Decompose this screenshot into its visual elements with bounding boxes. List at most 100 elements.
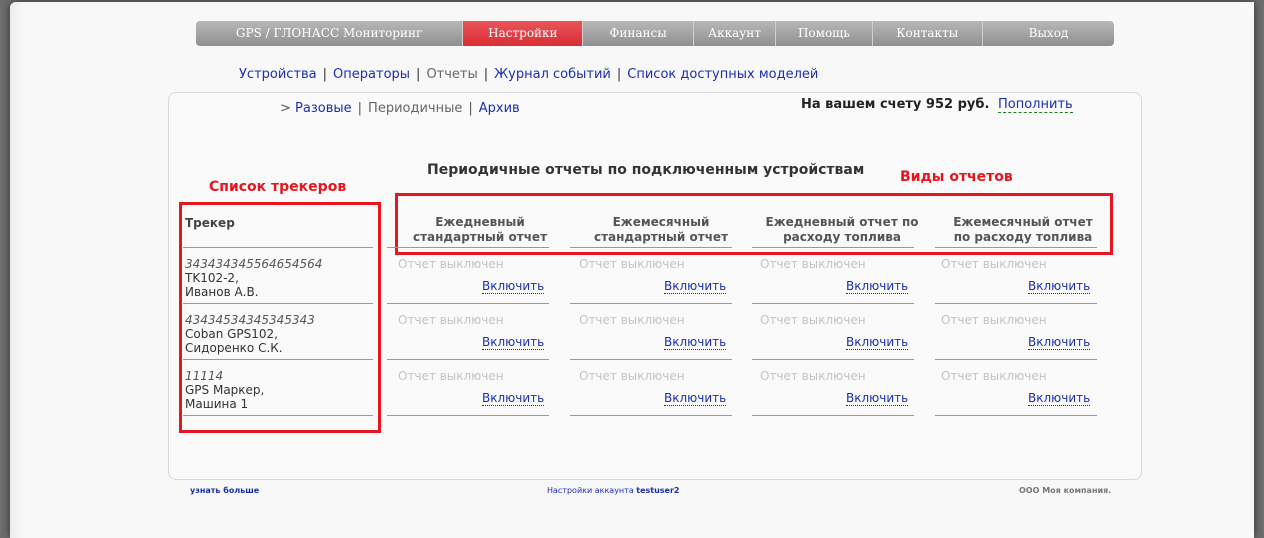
divider (752, 247, 914, 248)
divider (752, 415, 914, 416)
separator: | (468, 101, 473, 116)
divider (183, 359, 373, 360)
enable-report-link[interactable]: Включить (846, 391, 909, 406)
subnav-devices[interactable]: Устройства (239, 67, 317, 82)
report-status: Отчет выключен (941, 369, 1047, 383)
browser-page: GPS / ГЛОНАСС Мониторинг Настройки Финан… (10, 2, 1254, 538)
footer-account-label: Настройки аккаунта (547, 486, 634, 495)
tracker-owner: Машина 1 (185, 397, 249, 411)
report-type-header: Ежемесячный отчет по расходу топлива (945, 215, 1101, 245)
top-navigation: GPS / ГЛОНАСС Мониторинг Настройки Финан… (196, 21, 1114, 46)
nav-finance[interactable]: Финансы (583, 21, 694, 46)
enable-report-link[interactable]: Включить (482, 391, 545, 406)
divider (183, 247, 373, 248)
tab-one-time[interactable]: Разовые (295, 101, 352, 116)
separator: | (357, 101, 363, 116)
tracker-id: 11114 (185, 369, 224, 383)
annotation-report-types: Виды отчетов (900, 169, 1013, 185)
report-status: Отчет выключен (579, 313, 685, 327)
enable-report-link[interactable]: Включить (846, 335, 909, 350)
enable-report-link[interactable]: Включить (482, 279, 545, 294)
report-type-line: Ежемесячный отчет (953, 215, 1093, 229)
nav-help[interactable]: Помощь (776, 21, 873, 46)
enable-report-link[interactable]: Включить (664, 279, 727, 294)
report-status: Отчет выключен (941, 313, 1047, 327)
report-type-line: расходу топлива (783, 230, 901, 244)
report-type-header: Ежедневный стандартный отчет (402, 215, 558, 245)
report-type-line: по расходу топлива (953, 230, 1093, 244)
separator: | (416, 67, 421, 82)
subnav-reports: Отчеты (426, 67, 478, 82)
nav-settings[interactable]: Настройки (463, 21, 584, 46)
nav-logout[interactable]: Выход (983, 21, 1114, 46)
subnav-models-list[interactable]: Список доступных моделей (627, 67, 818, 82)
report-type-header: Ежедневный отчет по расходу топлива (764, 215, 920, 245)
divider (570, 359, 732, 360)
enable-report-link[interactable]: Включить (846, 279, 909, 294)
enable-report-link[interactable]: Включить (482, 335, 545, 350)
account-settings-footer[interactable]: Настройки аккаунта testuser2 (547, 486, 680, 495)
report-type-line: стандартный отчет (593, 230, 729, 244)
report-status: Отчет выключен (941, 257, 1047, 271)
footer-username: testuser2 (636, 486, 680, 495)
tab-periodic: Периодичные (368, 101, 463, 116)
topup-link[interactable]: Пополнить (998, 97, 1073, 113)
tracker-item[interactable]: 11114 GPS Маркер, Машина 1 (185, 369, 264, 411)
tracker-column-header: Трекер (185, 216, 235, 230)
tracker-item[interactable]: 43434534345345343 Coban GPS102, Сидоренк… (185, 313, 315, 355)
separator: | (322, 67, 328, 82)
settings-subnav: Устройства | Операторы | Отчеты | Журнал событ… (239, 67, 818, 82)
enable-report-link[interactable]: Включить (664, 335, 727, 350)
divider (752, 303, 914, 304)
report-status: Отчет выключен (760, 313, 866, 327)
divider (183, 415, 373, 416)
divider (570, 247, 732, 248)
divider (935, 415, 1097, 416)
tracker-owner: Иванов А.В. (185, 285, 259, 299)
tab-archive[interactable]: Архив (479, 101, 520, 116)
nav-account[interactable]: Аккаунт (694, 21, 777, 46)
tracker-model: Coban GPS102, (185, 327, 278, 341)
account-balance: На вашем счету 952 руб. (801, 97, 990, 112)
divider (387, 303, 549, 304)
enable-report-link[interactable]: Включить (1028, 335, 1091, 350)
report-status: Отчет выключен (760, 257, 866, 271)
divider (387, 359, 549, 360)
content-panel: > Разовые | Периодичные | Архив На вашем сче… (168, 92, 1142, 480)
nav-gps-monitoring[interactable]: GPS / ГЛОНАСС Мониторинг (196, 21, 464, 46)
divider (935, 303, 1097, 304)
divider (387, 247, 549, 248)
tracker-model: TK102-2, (185, 271, 239, 285)
report-type-line: стандартный отчет (412, 230, 548, 244)
enable-report-link[interactable]: Включить (664, 391, 727, 406)
report-tabs: > Разовые | Периодичные | Архив (280, 101, 520, 116)
separator: | (616, 67, 622, 82)
tracker-id: 43434534345345343 (185, 313, 315, 327)
enable-report-link[interactable]: Включить (1028, 279, 1091, 294)
divider (387, 415, 549, 416)
report-status: Отчет выключен (760, 369, 866, 383)
report-status: Отчет выключен (398, 369, 504, 383)
tracker-model: GPS Маркер, (185, 383, 265, 397)
divider (935, 359, 1097, 360)
page-title: Периодичные отчеты по подключенным устро… (427, 162, 865, 178)
tab-arrow: > (280, 101, 291, 116)
subnav-operators[interactable]: Операторы (333, 67, 410, 82)
divider (570, 415, 732, 416)
divider (183, 303, 373, 304)
divider (935, 247, 1097, 248)
tracker-item[interactable]: 343434345564654564 TK102-2, Иванов А.В. (185, 257, 322, 299)
tracker-owner: Сидоренко С.К. (185, 341, 283, 355)
subnav-event-log[interactable]: Журнал событий (494, 67, 611, 82)
report-status: Отчет выключен (398, 313, 504, 327)
nav-contacts[interactable]: Контакты (873, 21, 983, 46)
enable-report-link[interactable]: Включить (1028, 391, 1091, 406)
report-status: Отчет выключен (398, 257, 504, 271)
company-name: ООО Моя компания. (1019, 486, 1112, 495)
report-type-line: Ежедневный (435, 215, 525, 229)
report-type-line: Ежедневный отчет по (765, 215, 919, 229)
report-type-line: Ежемесячный (612, 215, 710, 229)
separator: | (483, 67, 489, 82)
learn-more-link[interactable]: узнать больше (190, 486, 259, 495)
tracker-id: 343434345564654564 (185, 257, 323, 271)
